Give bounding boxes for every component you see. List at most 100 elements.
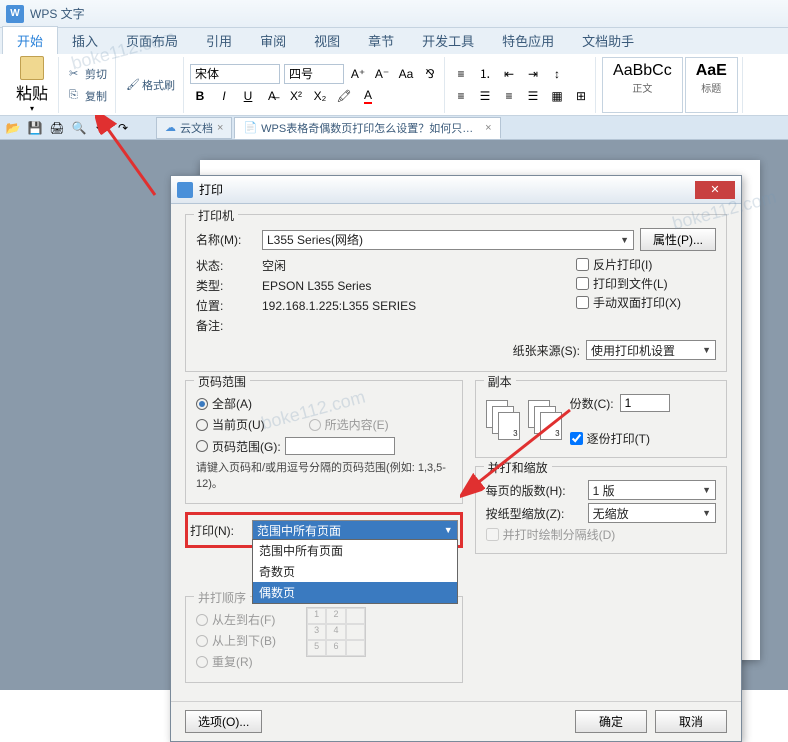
bullets-button[interactable]: ≡: [451, 64, 471, 84]
qa-undo-button[interactable]: ↶: [92, 119, 110, 137]
menu-tab-start[interactable]: 开始: [2, 26, 58, 54]
align-center-button[interactable]: ☰: [475, 86, 495, 106]
paste-button[interactable]: 粘贴▾: [10, 54, 54, 115]
print-what-select[interactable]: 范围中所有页面▼: [252, 520, 458, 540]
per-page-select[interactable]: 1 版▼: [588, 480, 716, 500]
indent-dec-button[interactable]: ⇤: [499, 64, 519, 84]
ok-button[interactable]: 确定: [575, 710, 647, 733]
page-range-fieldset: 页码范围 全部(A) 当前页(U) 所选内容(E) 页码范围(G): 请键入页码…: [185, 380, 463, 504]
align-left-button[interactable]: ≡: [451, 86, 471, 106]
status-label: 状态:: [196, 257, 256, 274]
style-heading[interactable]: AaE 标题: [685, 57, 738, 113]
font-color-button[interactable]: A: [358, 86, 378, 106]
scale-label: 按纸型缩放(Z):: [486, 505, 582, 522]
chevron-down-icon: ▼: [702, 508, 711, 518]
draw-lines-checkbox: 并打时绘制分隔线(D): [486, 526, 716, 543]
order-preview: 12 34 56: [306, 607, 366, 657]
collate-preview-icon: 1 2 3: [486, 400, 520, 440]
printer-properties-button[interactable]: 属性(P)...: [640, 228, 716, 251]
range-all-radio[interactable]: 全部(A): [196, 395, 452, 412]
tab-cloud-docs[interactable]: ☁ 云文档 ×: [156, 117, 232, 139]
page-range-input[interactable]: [285, 437, 395, 455]
doc-icon: 📄: [243, 121, 257, 134]
print-to-file-checkbox[interactable]: 打印到文件(L): [576, 275, 716, 292]
scale-legend: 并打和缩放: [484, 459, 552, 476]
cancel-button[interactable]: 取消: [655, 710, 727, 733]
superscript-button[interactable]: X²: [286, 86, 306, 106]
manual-duplex-checkbox[interactable]: 手动双面打印(X): [576, 294, 716, 311]
range-pages-radio[interactable]: 页码范围(G):: [196, 437, 452, 455]
ribbon: 粘贴▾ ✂剪切 ⎘复制 🖌格式刷 宋体 四号 A⁺ A⁻ Aa ⅋ B I U …: [0, 54, 788, 116]
highlight-button[interactable]: 🖍: [334, 86, 354, 106]
align-justify-button[interactable]: ☰: [523, 86, 543, 106]
shrink-font-button[interactable]: A⁻: [372, 64, 392, 84]
dialog-titlebar[interactable]: 打印 ✕: [171, 176, 741, 204]
menu-tab-dev[interactable]: 开发工具: [408, 27, 488, 54]
format-brush-button[interactable]: 🖌格式刷: [122, 75, 179, 95]
comment-label: 备注:: [196, 317, 256, 334]
close-icon[interactable]: ×: [217, 122, 223, 134]
menu-tab-insert[interactable]: 插入: [58, 27, 112, 54]
style-normal[interactable]: AaBbCc 正文: [602, 57, 683, 113]
bold-button[interactable]: B: [190, 86, 210, 106]
qa-redo-button[interactable]: ↷: [114, 119, 132, 137]
line-spacing-button[interactable]: ↕: [547, 64, 567, 84]
dd-item-all-pages[interactable]: 范围中所有页面: [253, 540, 457, 561]
reverse-print-checkbox[interactable]: 反片打印(I): [576, 256, 716, 273]
italic-button[interactable]: I: [214, 86, 234, 106]
menu-tab-ref[interactable]: 引用: [192, 27, 246, 54]
copies-input[interactable]: [620, 394, 670, 412]
tab-current-doc[interactable]: 📄 WPS表格奇偶数页打印怎么设置？如何只打印奇数页？.doc * ×: [234, 117, 500, 139]
range-note: 请键入页码和/或用逗号分隔的页码范围(例如: 1,3,5-12)。: [196, 459, 452, 491]
grow-font-button[interactable]: A⁺: [348, 64, 368, 84]
menu-tab-chapter[interactable]: 章节: [354, 27, 408, 54]
chevron-down-icon: ▼: [444, 525, 453, 535]
qa-open-button[interactable]: 📂: [4, 119, 22, 137]
strike-button[interactable]: A̶: [262, 86, 282, 106]
print-dialog: 打印 ✕ 打印机 名称(M): L355 Series(网络)▼ 属性(P)..…: [170, 175, 742, 742]
underline-button[interactable]: U: [238, 86, 258, 106]
menu-tab-feature[interactable]: 特色应用: [488, 27, 568, 54]
shading-button[interactable]: ▦: [547, 86, 567, 106]
highlight-box: 打印(N): 范围中所有页面▼ 范围中所有页面 奇数页 偶数页: [185, 512, 463, 548]
dd-item-odd-pages[interactable]: 奇数页: [253, 561, 457, 582]
order-ltr-radio: 从左到右(F): [196, 611, 276, 628]
font-name-select[interactable]: 宋体: [190, 64, 280, 84]
type-label: 类型:: [196, 277, 256, 294]
collate-checkbox[interactable]: 逐份打印(T): [570, 430, 670, 447]
scale-select[interactable]: 无缩放▼: [588, 503, 716, 523]
numbering-button[interactable]: ⒈: [475, 64, 495, 84]
menu-tab-view[interactable]: 视图: [300, 27, 354, 54]
scale-fieldset: 并打和缩放 每页的版数(H): 1 版▼ 按纸型缩放(Z): 无缩放▼ 并打时绘…: [475, 466, 727, 554]
align-right-button[interactable]: ≡: [499, 86, 519, 106]
copy-button[interactable]: ⎘复制: [65, 86, 111, 106]
clear-format-button[interactable]: ⅋: [420, 64, 440, 84]
qa-print-button[interactable]: 🖨: [48, 119, 66, 137]
qa-save-button[interactable]: 💾: [26, 119, 44, 137]
range-current-radio[interactable]: 当前页(U): [196, 416, 265, 433]
borders-button[interactable]: ⊞: [571, 86, 591, 106]
change-case-button[interactable]: Aa: [396, 64, 416, 84]
menu-tab-layout[interactable]: 页面布局: [112, 27, 192, 54]
menu-tab-review[interactable]: 审阅: [246, 27, 300, 54]
menu-tab-dochelper[interactable]: 文档助手: [568, 27, 648, 54]
dd-item-even-pages[interactable]: 偶数页: [253, 582, 457, 603]
printer-name-select[interactable]: L355 Series(网络)▼: [262, 230, 634, 250]
subscript-button[interactable]: X₂: [310, 86, 330, 106]
options-button[interactable]: 选项(O)...: [185, 710, 262, 733]
font-size-select[interactable]: 四号: [284, 64, 344, 84]
cut-button[interactable]: ✂剪切: [65, 64, 111, 84]
paper-source-select[interactable]: 使用打印机设置▼: [586, 340, 716, 360]
dialog-close-button[interactable]: ✕: [695, 181, 735, 199]
dialog-footer: 选项(O)... 确定 取消: [171, 701, 741, 741]
qa-preview-button[interactable]: 🔍: [70, 119, 88, 137]
close-icon[interactable]: ×: [485, 122, 491, 134]
per-page-label: 每页的版数(H):: [486, 482, 582, 499]
app-title-bar: W WPS 文字: [0, 0, 788, 28]
collate-preview-icon: 1 2 3: [528, 400, 562, 440]
indent-inc-button[interactable]: ⇥: [523, 64, 543, 84]
print-what-dropdown: 范围中所有页面 奇数页 偶数页: [252, 539, 458, 604]
order-legend: 并打顺序: [194, 589, 250, 606]
copies-label: 份数(C):: [570, 395, 614, 412]
type-value: EPSON L355 Series: [262, 279, 371, 293]
